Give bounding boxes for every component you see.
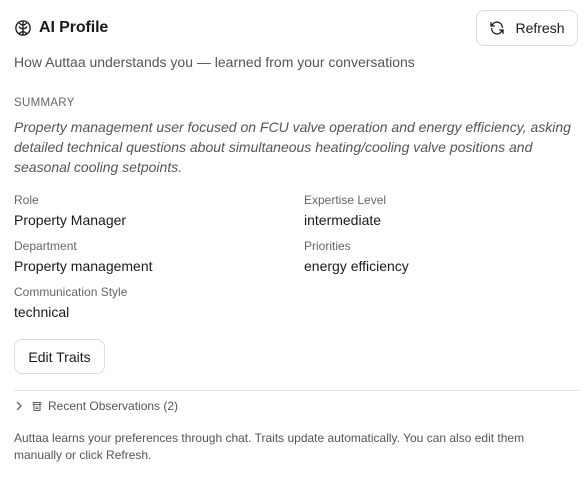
communication-value: technical [14,304,70,320]
profile-header: AI Profile Refresh [14,8,578,48]
page-title: AI Profile [39,19,109,36]
expertise-value: intermediate [304,212,382,228]
title-group: AI Profile [14,19,108,37]
history-icon [32,401,42,412]
recent-observations-label: Recent Observations (2) [48,399,179,413]
brain-icon [15,20,31,36]
department-label: Department [14,239,77,253]
divider [14,390,579,391]
role-value: Property Manager [14,212,127,228]
priorities-value: energy efficiency [304,258,409,274]
footer-note: Auttaa learns your preferences through c… [14,431,525,462]
summary-text: Property management user focused on FCU … [14,119,571,175]
refresh-button[interactable]: Refresh [476,10,578,46]
priorities-label: Priorities [304,239,351,253]
role-label: Role [14,193,39,207]
expertise-label: Expertise Level [304,193,387,207]
communication-label: Communication Style [14,285,128,299]
summary-label: SUMMARY [14,97,75,109]
refresh-label: Refresh [515,20,565,36]
department-value: Property management [14,258,153,274]
chevron-right-icon [16,401,22,411]
subtitle: How Auttaa understands you — learned fro… [14,54,415,70]
edit-traits-button[interactable]: Edit Traits [14,339,105,374]
refresh-icon [490,21,505,35]
recent-observations-toggle[interactable]: Recent Observations (2) [14,399,178,413]
